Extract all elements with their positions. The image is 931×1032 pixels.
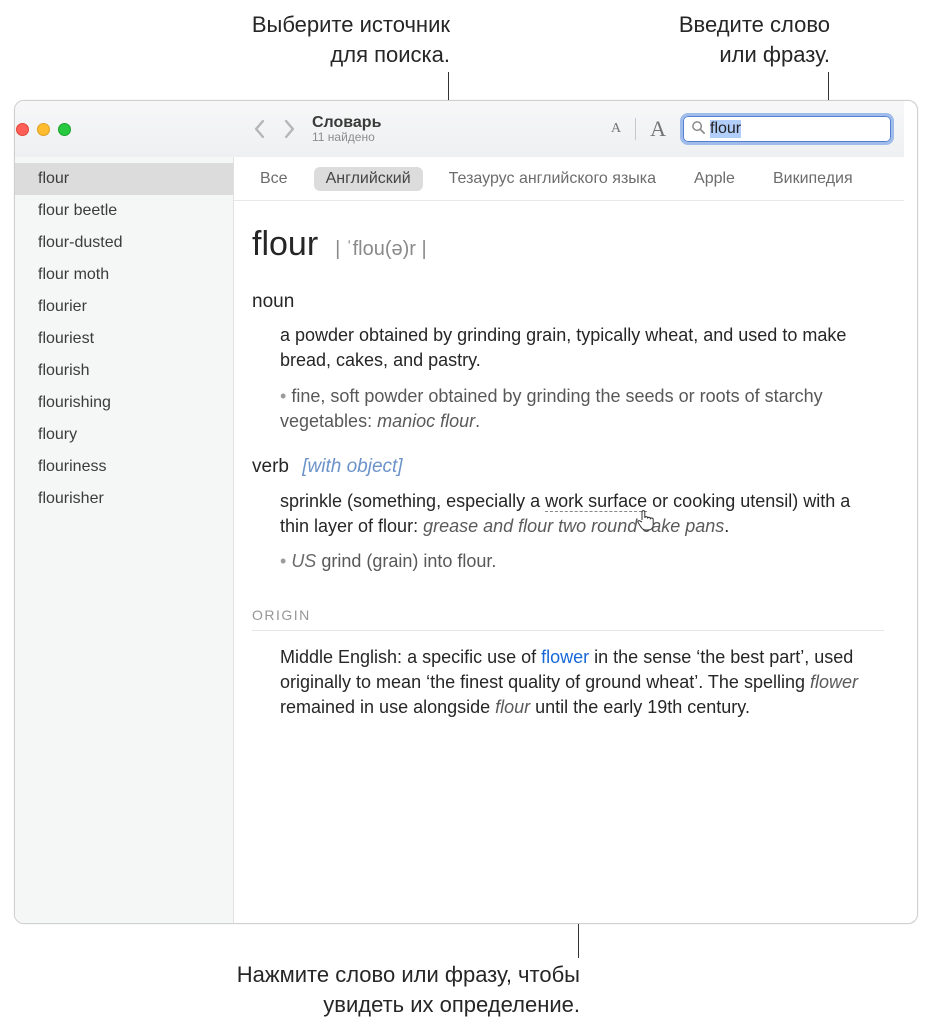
zoom-button[interactable]	[58, 123, 71, 136]
sidebar: flourflour beetleflour-dustedflour mothf…	[14, 157, 234, 923]
text: remained in use alongside	[280, 697, 495, 717]
italic: flour	[495, 697, 530, 717]
back-button[interactable]	[244, 114, 274, 144]
callout-search: Введите слово или фразу.	[540, 10, 830, 69]
main-content: Все Английский Тезаурус английского языка A…	[234, 157, 904, 923]
toolbar: Словарь 11 найдено A A	[234, 101, 904, 157]
sidebar-item[interactable]: flourisher	[14, 483, 233, 515]
font-size-control[interactable]: A A	[611, 116, 666, 142]
sidebar-item[interactable]: flour-dusted	[14, 227, 233, 259]
source-tabs: Все Английский Тезаурус английского языка A…	[234, 157, 904, 201]
text: sprinkle (something, especially a	[280, 491, 545, 511]
headword: flour	[252, 221, 318, 269]
sidebar-item[interactable]: flour beetle	[14, 195, 233, 227]
verb-subsense[interactable]: US grind (grain) into flour.	[280, 549, 884, 574]
results-count: 11 найдено	[312, 131, 381, 144]
origin-text[interactable]: Middle English: a specific use of flower…	[280, 645, 884, 721]
origin-header: ORIGIN	[252, 606, 884, 631]
sidebar-item[interactable]: flourishing	[14, 387, 233, 419]
dictionary-window: Словарь 11 найдено A A flourflour beetle…	[14, 100, 918, 924]
sidebar-item[interactable]: flouriest	[14, 323, 233, 355]
linked-phrase[interactable]: work surface	[545, 491, 647, 512]
pronunciation: | ˈflou(ə)r |	[335, 238, 427, 260]
sidebar-item[interactable]: flourier	[14, 291, 233, 323]
font-larger-icon[interactable]: A	[650, 116, 666, 142]
example: manioc flour	[377, 411, 475, 431]
part-of-speech-noun: noun	[252, 289, 884, 316]
sidebar-item[interactable]: flour moth	[14, 259, 233, 291]
italic: flower	[810, 672, 858, 692]
sidebar-item[interactable]: flouriness	[14, 451, 233, 483]
noun-subsense[interactable]: fine, soft powder obtained by grinding t…	[280, 384, 884, 434]
part-of-speech-verb: verb [with object]	[252, 454, 884, 481]
search-field[interactable]	[680, 113, 894, 145]
etymology-link[interactable]: flower	[541, 647, 589, 667]
forward-button[interactable]	[274, 114, 304, 144]
sidebar-item[interactable]: flourish	[14, 355, 233, 387]
region-label: US	[291, 551, 316, 571]
titlebar: Словарь 11 найдено A A	[14, 101, 904, 157]
window-title: Словарь	[312, 114, 381, 132]
text: until the early 19th century.	[530, 697, 750, 717]
font-smaller-icon[interactable]: A	[611, 121, 621, 137]
source-tab[interactable]: Английский	[314, 167, 423, 191]
source-tab[interactable]: Википедия	[761, 167, 865, 191]
search-input[interactable]	[710, 120, 917, 138]
definition-area: flour | ˈflou(ə)r | noun a powder obtain…	[234, 201, 904, 740]
source-tab[interactable]: Все	[248, 167, 300, 191]
sidebar-item[interactable]: flour	[14, 163, 233, 195]
clear-search-button[interactable]	[917, 121, 918, 138]
divider	[635, 118, 636, 140]
verb-definition[interactable]: sprinkle (something, especially a work s…	[280, 489, 884, 539]
text: fine, soft powder obtained by grinding t…	[280, 386, 823, 431]
example: grease and flour two round cake pans	[423, 516, 724, 536]
window-title-group: Словарь 11 найдено	[312, 114, 381, 145]
source-tab[interactable]: Тезаурус английского языка	[437, 167, 668, 191]
minimize-button[interactable]	[37, 123, 50, 136]
text: grind (grain) into flour.	[316, 551, 496, 571]
source-tab[interactable]: Apple	[682, 167, 747, 191]
close-button[interactable]	[16, 123, 29, 136]
search-icon	[691, 120, 706, 139]
callout-source: Выберите источник для поиска.	[150, 10, 450, 69]
grammar-note: [with object]	[302, 456, 402, 477]
label: verb	[252, 456, 289, 477]
window-controls	[16, 123, 71, 136]
sidebar-item[interactable]: floury	[14, 419, 233, 451]
noun-definition[interactable]: a powder obtained by grinding grain, typ…	[280, 323, 884, 373]
text: Middle English: a specific use of	[280, 647, 541, 667]
callout-click: Нажмите слово или фразу, чтобы увидеть и…	[90, 960, 580, 1019]
